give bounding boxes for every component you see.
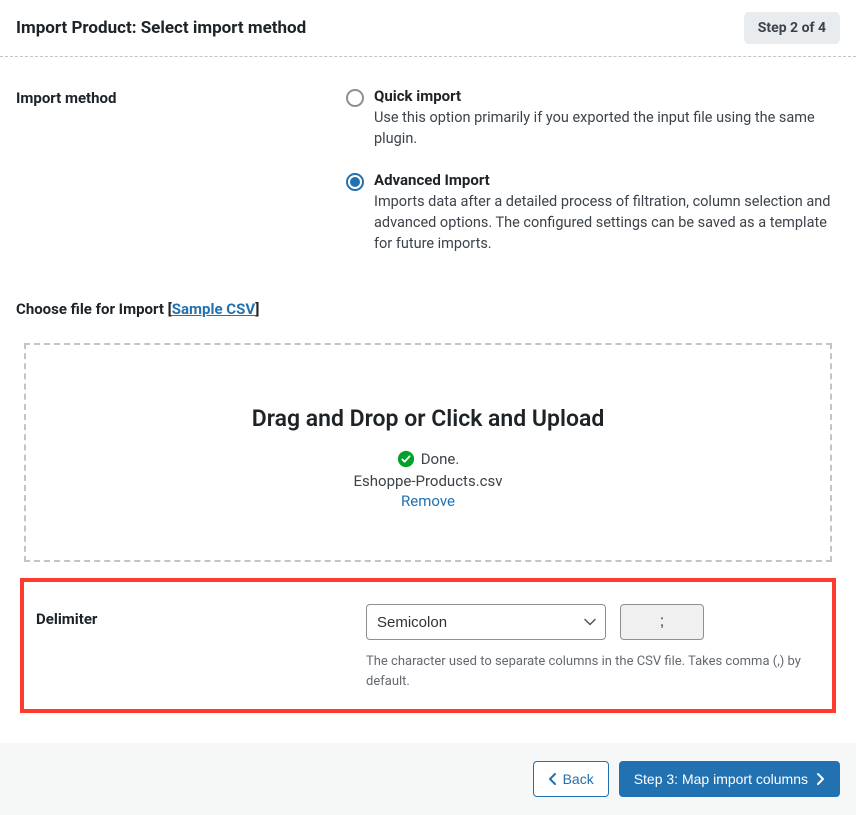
radio-icon [346,89,364,107]
choose-file-label: Choose file for Import [Sample CSV] [16,300,840,318]
radio-icon [346,173,364,191]
radio-description: Imports data after a detailed process of… [374,191,840,254]
delimiter-help-text: The character used to separate columns i… [366,652,820,691]
back-button[interactable]: Back [533,761,609,797]
import-method-row: Import method Quick import Use this opti… [16,87,840,254]
dropzone-title: Drag and Drop or Click and Upload [46,405,810,432]
delimiter-select[interactable]: Semicolon [366,604,606,640]
delimiter-select-wrapper: Semicolon [366,604,606,640]
delimiter-section: Delimiter Semicolon The character used t… [20,578,836,713]
radio-title: Quick import [374,87,840,105]
upload-status-row: Done. [46,450,810,468]
step-indicator: Step 2 of 4 [744,12,840,44]
wizard-header: Import Product: Select import method Ste… [0,0,856,57]
import-method-label: Import method [16,87,346,254]
delimiter-label: Delimiter [36,604,366,691]
check-circle-icon [397,450,415,468]
page-title: Import Product: Select import method [16,18,306,38]
import-method-radio-group: Quick import Use this option primarily i… [346,87,840,254]
chevron-right-icon [816,772,825,786]
wizard-footer: Back Step 3: Map import columns [0,743,856,815]
next-step-button[interactable]: Step 3: Map import columns [619,761,840,797]
done-label: Done. [421,450,460,468]
file-dropzone[interactable]: Drag and Drop or Click and Upload Done. … [24,343,832,562]
remove-file-link[interactable]: Remove [401,492,455,510]
radio-quick-import[interactable]: Quick import Use this option primarily i… [346,87,840,149]
sample-csv-link[interactable]: Sample CSV [172,300,255,318]
delimiter-value-input[interactable] [620,604,704,640]
radio-title: Advanced Import [374,171,840,189]
radio-advanced-import[interactable]: Advanced Import Imports data after a det… [346,171,840,254]
uploaded-filename: Eshoppe-Products.csv [46,472,810,490]
chevron-left-icon [548,772,557,786]
radio-description: Use this option primarily if you exporte… [374,107,840,149]
